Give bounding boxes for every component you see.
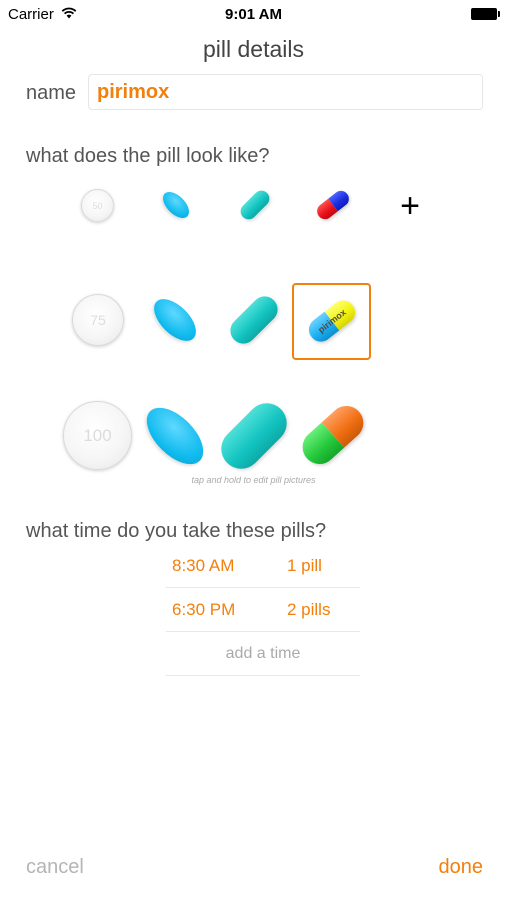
add-pill-picture-button[interactable]: + <box>394 188 426 224</box>
done-button[interactable]: done <box>439 856 484 879</box>
round-pill-medium[interactable]: 75 <box>72 294 124 346</box>
oval-pill-small[interactable] <box>158 187 194 223</box>
dose-count: 2 pills <box>287 600 331 619</box>
capsule-pill-large[interactable] <box>295 398 371 472</box>
time-row[interactable]: 8:30 AM 1 pill <box>166 544 360 588</box>
caplet-pill-large[interactable] <box>212 394 296 478</box>
time-row[interactable]: 6:30 PM 2 pills <box>166 588 360 632</box>
round-pill-label: 50 <box>92 200 103 211</box>
name-label: name <box>26 82 77 104</box>
dose-count: 1 pill <box>287 556 322 575</box>
dose-time: 8:30 AM <box>172 556 235 575</box>
caplet-pill-small[interactable] <box>237 187 273 223</box>
schedule-question: what time do you take these pills? <box>26 520 327 542</box>
clock: 9:01 AM <box>225 6 282 23</box>
oval-pill-large[interactable] <box>136 397 214 475</box>
name-input[interactable] <box>88 74 483 110</box>
round-pill-label: 100 <box>83 425 112 445</box>
caplet-pill-medium[interactable] <box>225 291 283 349</box>
capsule-pill-small[interactable] <box>313 187 353 223</box>
status-bar: Carrier 9:01 AM <box>0 0 507 30</box>
round-pill-label: 75 <box>90 312 106 328</box>
cancel-button[interactable]: cancel <box>26 856 84 879</box>
battery-icon <box>471 8 500 20</box>
page-title: pill details <box>203 36 304 62</box>
round-pill-small[interactable]: 50 <box>81 189 114 222</box>
round-pill-large[interactable]: 100 <box>63 401 132 470</box>
edit-pictures-hint: tap and hold to edit pill pictures <box>191 475 316 485</box>
pill-details-screen: Carrier 9:01 AM pill details name what d… <box>0 0 507 900</box>
appearance-question: what does the pill look like? <box>26 145 270 167</box>
add-time-button[interactable]: add a time <box>166 632 360 676</box>
dose-time: 6:30 PM <box>172 600 236 619</box>
oval-pill-medium[interactable] <box>146 291 204 349</box>
